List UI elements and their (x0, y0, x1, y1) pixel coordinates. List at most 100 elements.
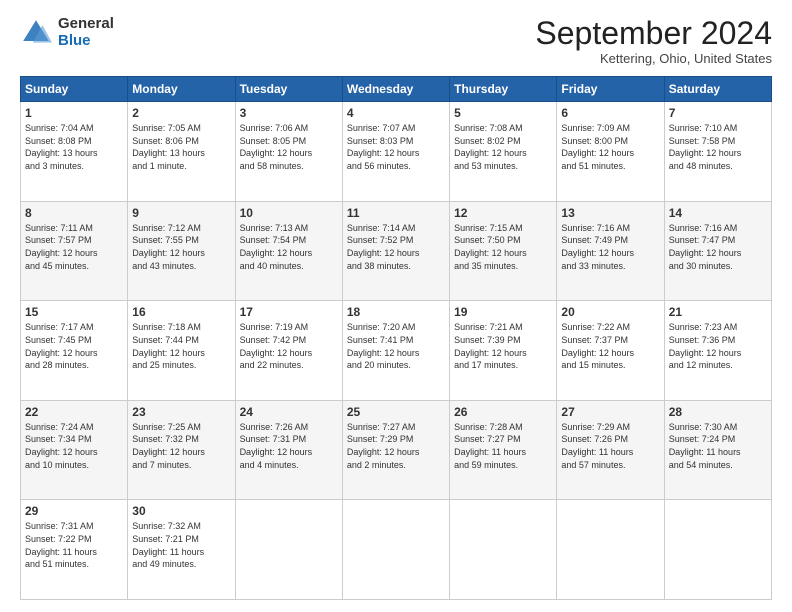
day-info: Sunrise: 7:30 AMSunset: 7:24 PMDaylight:… (669, 421, 767, 471)
table-row: 28 Sunrise: 7:30 AMSunset: 7:24 PMDayligh… (664, 400, 771, 500)
day-number: 30 (132, 504, 230, 518)
day-number: 16 (132, 305, 230, 319)
calendar-table: Sunday Monday Tuesday Wednesday Thursday… (20, 76, 772, 600)
table-row: 25Sunrise: 7:27 AMSunset: 7:29 PMDayligh… (342, 400, 449, 500)
main-title: September 2024 (535, 16, 772, 51)
day-number: 15 (25, 305, 123, 319)
day-info: Sunrise: 7:18 AMSunset: 7:44 PMDaylight:… (132, 321, 230, 371)
col-sunday: Sunday (21, 77, 128, 102)
day-number: 14 (669, 206, 767, 220)
day-info: Sunrise: 7:10 AMSunset: 7:58 PMDaylight:… (669, 122, 767, 172)
day-info: Sunrise: 7:26 AMSunset: 7:31 PMDaylight:… (240, 421, 338, 471)
calendar-week-row: 29Sunrise: 7:31 AMSunset: 7:22 PMDayligh… (21, 500, 772, 600)
day-number: 13 (561, 206, 659, 220)
logo-text: General Blue (58, 16, 114, 49)
col-monday: Monday (128, 77, 235, 102)
logo-general-label: General (58, 16, 114, 33)
day-info: Sunrise: 7:31 AMSunset: 7:22 PMDaylight:… (25, 520, 123, 570)
table-row: 24Sunrise: 7:26 AMSunset: 7:31 PMDayligh… (235, 400, 342, 500)
day-number: 22 (25, 405, 123, 419)
table-row: 21 Sunrise: 7:23 AMSunset: 7:36 PMDayligh… (664, 301, 771, 401)
day-number: 1 (25, 106, 123, 120)
day-number: 8 (25, 206, 123, 220)
day-info: Sunrise: 7:14 AMSunset: 7:52 PMDaylight:… (347, 222, 445, 272)
page: General Blue September 2024 Kettering, O… (0, 0, 792, 612)
table-row: 22 Sunrise: 7:24 AMSunset: 7:34 PMDayligh… (21, 400, 128, 500)
calendar-week-row: 8Sunrise: 7:11 AMSunset: 7:57 PMDaylight… (21, 201, 772, 301)
table-row (664, 500, 771, 600)
day-info: Sunrise: 7:19 AMSunset: 7:42 PMDaylight:… (240, 321, 338, 371)
table-row (342, 500, 449, 600)
table-row: 30 Sunrise: 7:32 AMSunset: 7:21 PMDayligh… (128, 500, 235, 600)
day-info: Sunrise: 7:12 AMSunset: 7:55 PMDaylight:… (132, 222, 230, 272)
day-info: Sunrise: 7:29 AMSunset: 7:26 PMDaylight:… (561, 421, 659, 471)
day-number: 26 (454, 405, 552, 419)
table-row: 11 Sunrise: 7:14 AMSunset: 7:52 PMDayligh… (342, 201, 449, 301)
logo-icon (20, 17, 52, 49)
day-number: 27 (561, 405, 659, 419)
day-info: Sunrise: 7:32 AMSunset: 7:21 PMDaylight:… (132, 520, 230, 570)
day-info: Sunrise: 7:08 AMSunset: 8:02 PMDaylight:… (454, 122, 552, 172)
day-number: 18 (347, 305, 445, 319)
col-thursday: Thursday (450, 77, 557, 102)
table-row: 15 Sunrise: 7:17 AMSunset: 7:45 PMDayligh… (21, 301, 128, 401)
col-wednesday: Wednesday (342, 77, 449, 102)
table-row: 20 Sunrise: 7:22 AMSunset: 7:37 PMDayligh… (557, 301, 664, 401)
table-row: 13 Sunrise: 7:16 AMSunset: 7:49 PMDayligh… (557, 201, 664, 301)
table-row: 19Sunrise: 7:21 AMSunset: 7:39 PMDayligh… (450, 301, 557, 401)
day-info: Sunrise: 7:09 AMSunset: 8:00 PMDaylight:… (561, 122, 659, 172)
table-row: 17 Sunrise: 7:19 AMSunset: 7:42 PMDayligh… (235, 301, 342, 401)
logo-blue-label: Blue (58, 33, 114, 50)
table-row: 12 Sunrise: 7:15 AMSunset: 7:50 PMDayligh… (450, 201, 557, 301)
col-friday: Friday (557, 77, 664, 102)
table-row: 1 Sunrise: 7:04 AMSunset: 8:08 PMDaylight… (21, 102, 128, 202)
table-row: 10 Sunrise: 7:13 AMSunset: 7:54 PMDayligh… (235, 201, 342, 301)
subtitle: Kettering, Ohio, United States (535, 51, 772, 66)
day-number: 21 (669, 305, 767, 319)
day-info: Sunrise: 7:22 AMSunset: 7:37 PMDaylight:… (561, 321, 659, 371)
table-row: 18 Sunrise: 7:20 AMSunset: 7:41 PMDayligh… (342, 301, 449, 401)
day-number: 2 (132, 106, 230, 120)
day-number: 20 (561, 305, 659, 319)
table-row (557, 500, 664, 600)
day-number: 17 (240, 305, 338, 319)
day-info: Sunrise: 7:13 AMSunset: 7:54 PMDaylight:… (240, 222, 338, 272)
day-number: 23 (132, 405, 230, 419)
day-number: 4 (347, 106, 445, 120)
table-row: 23 Sunrise: 7:25 AMSunset: 7:32 PMDayligh… (128, 400, 235, 500)
table-row: 4 Sunrise: 7:07 AMSunset: 8:03 PMDaylight… (342, 102, 449, 202)
day-info: Sunrise: 7:20 AMSunset: 7:41 PMDaylight:… (347, 321, 445, 371)
day-info: Sunrise: 7:16 AMSunset: 7:47 PMDaylight:… (669, 222, 767, 272)
day-number: 10 (240, 206, 338, 220)
day-number: 6 (561, 106, 659, 120)
table-row: 27 Sunrise: 7:29 AMSunset: 7:26 PMDayligh… (557, 400, 664, 500)
table-row: 5 Sunrise: 7:08 AMSunset: 8:02 PMDaylight… (450, 102, 557, 202)
table-row: 7Sunrise: 7:10 AMSunset: 7:58 PMDaylight… (664, 102, 771, 202)
day-number: 28 (669, 405, 767, 419)
day-info: Sunrise: 7:07 AMSunset: 8:03 PMDaylight:… (347, 122, 445, 172)
table-row: 6 Sunrise: 7:09 AMSunset: 8:00 PMDaylight… (557, 102, 664, 202)
day-number: 12 (454, 206, 552, 220)
calendar-header-row: Sunday Monday Tuesday Wednesday Thursday… (21, 77, 772, 102)
day-number: 11 (347, 206, 445, 220)
day-number: 3 (240, 106, 338, 120)
title-block: September 2024 Kettering, Ohio, United S… (535, 16, 772, 66)
table-row (235, 500, 342, 600)
day-info: Sunrise: 7:17 AMSunset: 7:45 PMDaylight:… (25, 321, 123, 371)
day-number: 25 (347, 405, 445, 419)
day-info: Sunrise: 7:24 AMSunset: 7:34 PMDaylight:… (25, 421, 123, 471)
day-info: Sunrise: 7:16 AMSunset: 7:49 PMDaylight:… (561, 222, 659, 272)
day-info: Sunrise: 7:23 AMSunset: 7:36 PMDaylight:… (669, 321, 767, 371)
day-info: Sunrise: 7:15 AMSunset: 7:50 PMDaylight:… (454, 222, 552, 272)
day-info: Sunrise: 7:28 AMSunset: 7:27 PMDaylight:… (454, 421, 552, 471)
day-info: Sunrise: 7:06 AMSunset: 8:05 PMDaylight:… (240, 122, 338, 172)
calendar-week-row: 1 Sunrise: 7:04 AMSunset: 8:08 PMDaylight… (21, 102, 772, 202)
table-row: 8Sunrise: 7:11 AMSunset: 7:57 PMDaylight… (21, 201, 128, 301)
table-row: 16 Sunrise: 7:18 AMSunset: 7:44 PMDayligh… (128, 301, 235, 401)
logo: General Blue (20, 16, 114, 49)
header: General Blue September 2024 Kettering, O… (20, 16, 772, 66)
col-saturday: Saturday (664, 77, 771, 102)
day-number: 5 (454, 106, 552, 120)
day-info: Sunrise: 7:25 AMSunset: 7:32 PMDaylight:… (132, 421, 230, 471)
day-info: Sunrise: 7:04 AMSunset: 8:08 PMDaylight:… (25, 122, 123, 172)
